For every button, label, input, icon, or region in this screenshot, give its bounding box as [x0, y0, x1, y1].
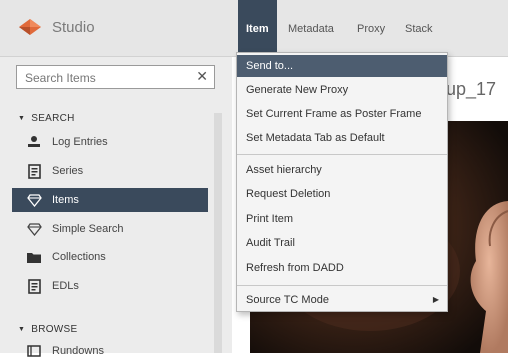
asset-title: up_17	[446, 79, 497, 99]
sidebar-item-label: Series	[52, 165, 84, 177]
sidebar-item-label: Rundowns	[52, 345, 104, 357]
sidebar-item-label: Log Entries	[52, 136, 108, 148]
folder-icon	[26, 249, 42, 265]
sidebar-item-collections[interactable]: Collections	[12, 245, 208, 269]
sidebar-item-log-entries[interactable]: Log Entries	[12, 130, 208, 154]
section-browse-header[interactable]: ▼ BROWSE	[18, 324, 77, 335]
tab-proxy[interactable]: Proxy	[357, 0, 385, 56]
menu-item-set-metadata-tab-default[interactable]: Set Metadata Tab as Default	[237, 127, 447, 149]
sidebar: ✕ ▼SEARCH Log Entries Series Items Simpl…	[0, 57, 232, 357]
sidebar-item-label: Collections	[52, 251, 106, 263]
sidebar-item-label: Simple Search	[52, 223, 124, 235]
menu-item-set-poster-frame[interactable]: Set Current Frame as Poster Frame	[237, 103, 447, 125]
menu-divider	[237, 285, 447, 286]
close-icon[interactable]: ✕	[196, 68, 208, 85]
menu-item-generate-new-proxy[interactable]: Generate New Proxy	[237, 79, 447, 101]
menu-item-request-deletion[interactable]: Request Deletion	[237, 183, 447, 205]
menu-item-print-item[interactable]: Print Item	[237, 208, 447, 230]
tab-metadata[interactable]: Metadata	[288, 0, 334, 56]
section-search-header[interactable]: ▼ SEARCH	[18, 113, 75, 124]
sidebar-item-rundowns[interactable]: Rundowns	[12, 339, 208, 363]
app-title: Studio	[52, 19, 95, 36]
item-actions-menu: Send to... Generate New Proxy Set Curren…	[236, 52, 448, 312]
list-icon	[26, 343, 42, 359]
document-icon	[26, 163, 42, 179]
sidebar-item-label: EDLs	[52, 280, 79, 292]
sidebar-item-simple-search[interactable]: Simple Search	[12, 217, 208, 241]
menu-item-source-tc-mode[interactable]: Source TC Mode ▶	[237, 289, 447, 311]
menu-item-asset-hierarchy[interactable]: Asset hierarchy	[237, 159, 447, 181]
tab-item[interactable]: Item	[238, 0, 277, 56]
search-input[interactable]	[23, 69, 192, 87]
tab-stack[interactable]: Stack	[405, 0, 433, 56]
submenu-arrow-icon: ▶	[432, 295, 439, 304]
sidebar-item-edls[interactable]: EDLs	[12, 274, 208, 298]
diamond-icon	[26, 192, 42, 208]
menu-item-refresh-from-dadd[interactable]: Refresh from DADD	[237, 257, 447, 279]
menu-item-audit-trail[interactable]: Audit Trail	[237, 232, 447, 254]
menu-item-send-to[interactable]: Send to...	[237, 55, 447, 77]
caret-down-icon: ▼	[18, 326, 26, 333]
diamond-icon	[26, 221, 42, 237]
sidebar-scrollbar[interactable]	[214, 113, 222, 353]
menu-divider	[237, 154, 447, 155]
log-icon	[26, 134, 42, 150]
document-icon	[26, 278, 42, 294]
menu-item-label: Source TC Mode	[246, 294, 329, 306]
search-box: ✕	[16, 65, 215, 89]
sidebar-item-label: Items	[52, 194, 79, 206]
caret-down-icon: ▼	[18, 115, 26, 122]
top-tab-bar: Item Metadata Proxy Stack	[232, 0, 508, 57]
sidebar-item-series[interactable]: Series	[12, 159, 208, 183]
sidebar-header: Studio	[0, 0, 232, 57]
sidebar-item-items[interactable]: Items	[12, 188, 208, 212]
studio-logo-icon	[19, 19, 41, 35]
